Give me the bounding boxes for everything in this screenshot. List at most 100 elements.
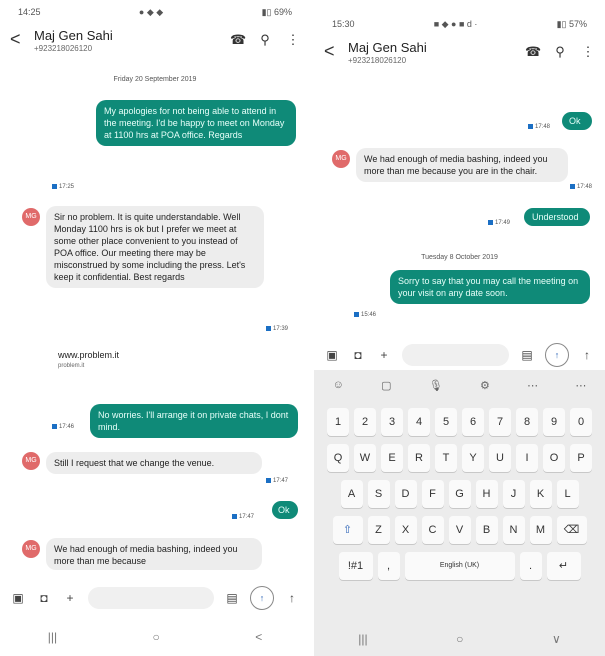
message-bubble-outgoing[interactable]: Ok [562, 112, 592, 130]
back-button[interactable]: < [255, 630, 262, 644]
sim-icon[interactable]: ↑ [284, 591, 300, 605]
key-row-4: !#1 , English (UK) . ↵ [314, 552, 605, 580]
avatar[interactable]: MG [22, 540, 40, 558]
camera-icon[interactable]: ◘ [350, 348, 366, 362]
key-7[interactable]: 7 [489, 408, 511, 436]
key-x[interactable]: X [394, 516, 417, 544]
enter-icon[interactable]: ↵ [546, 552, 581, 580]
key-p[interactable]: P [570, 444, 592, 472]
message-bubble-outgoing[interactable]: Understood [524, 208, 590, 226]
key-s[interactable]: S [367, 480, 390, 508]
clipboard-icon[interactable]: ▢ [381, 379, 391, 392]
shift-icon[interactable]: ⇧ [332, 516, 363, 544]
key-d[interactable]: D [394, 480, 417, 508]
search-icon[interactable]: ⚲ [553, 44, 567, 60]
avatar[interactable]: MG [332, 150, 350, 168]
key-5[interactable]: 5 [435, 408, 457, 436]
key-3[interactable]: 3 [381, 408, 403, 436]
message-bubble-incoming[interactable]: We had enough of media bashing, indeed y… [46, 538, 262, 570]
more2-icon[interactable]: ⋯ [575, 379, 586, 392]
home-button[interactable]: ○ [456, 632, 463, 646]
key-t[interactable]: T [435, 444, 457, 472]
key-b[interactable]: B [475, 516, 498, 544]
message-input[interactable] [88, 587, 214, 609]
key-g[interactable]: G [448, 480, 471, 508]
key-1[interactable]: 1 [327, 408, 349, 436]
key-z[interactable]: Z [367, 516, 390, 544]
settings-icon[interactable]: ⚙ [480, 379, 490, 392]
avatar[interactable]: MG [22, 208, 40, 226]
sticker-icon[interactable]: ▤ [519, 348, 535, 362]
gallery-icon[interactable]: ▣ [10, 591, 26, 605]
send-button[interactable]: ↑ [545, 343, 569, 367]
camera-icon[interactable]: ◘ [36, 591, 52, 605]
plus-icon[interactable]: + [376, 348, 392, 362]
recent-apps-button[interactable]: ||| [358, 632, 367, 646]
message-bubble-outgoing[interactable]: Ok [272, 501, 298, 519]
key-i[interactable]: I [516, 444, 538, 472]
key-c[interactable]: C [421, 516, 444, 544]
comma-key[interactable]: , [377, 552, 400, 580]
contact-info[interactable]: Maj Gen Sahi +923218026120 [34, 28, 230, 53]
key-a[interactable]: A [340, 480, 363, 508]
message-bubble-incoming[interactable]: We had enough of media bashing, indeed y… [356, 148, 568, 182]
space-key[interactable]: English (UK) [404, 552, 515, 580]
avatar[interactable]: MG [22, 452, 40, 470]
key-9[interactable]: 9 [543, 408, 565, 436]
key-6[interactable]: 6 [462, 408, 484, 436]
key-q[interactable]: Q [327, 444, 349, 472]
symbols-key[interactable]: !#1 [338, 552, 373, 580]
key-8[interactable]: 8 [516, 408, 538, 436]
key-n[interactable]: N [502, 516, 525, 544]
message-input[interactable] [402, 344, 509, 366]
home-button[interactable]: ○ [153, 630, 160, 644]
key-w[interactable]: W [354, 444, 376, 472]
plus-icon[interactable]: + [62, 591, 78, 605]
backspace-icon[interactable]: ⌫ [556, 516, 587, 544]
sim-icon[interactable]: ↑ [579, 348, 595, 362]
key-e[interactable]: E [381, 444, 403, 472]
mic-icon[interactable]: 🎙 [429, 379, 443, 392]
key-v[interactable]: V [448, 516, 471, 544]
message-bubble-incoming[interactable]: Still I request that we change the venue… [46, 452, 262, 474]
contact-name: Maj Gen Sahi [348, 40, 427, 55]
more-icon[interactable]: ⋯ [527, 379, 538, 392]
period-key[interactable]: . [519, 552, 542, 580]
call-icon[interactable]: ☎ [230, 32, 246, 48]
keyboard-hide-button[interactable]: ∨ [552, 632, 561, 646]
key-y[interactable]: Y [462, 444, 484, 472]
message-time-text: 17:47 [239, 514, 255, 521]
call-icon[interactable]: ☎ [525, 44, 541, 60]
key-l[interactable]: L [556, 480, 579, 508]
link-domain: problem.it [58, 363, 85, 369]
key-r[interactable]: R [408, 444, 430, 472]
key-h[interactable]: H [475, 480, 498, 508]
key-o[interactable]: O [543, 444, 565, 472]
search-icon[interactable]: ⚲ [258, 32, 272, 48]
send-button[interactable]: ↑ [250, 586, 274, 610]
sticker-icon[interactable]: ▤ [224, 591, 240, 605]
key-f[interactable]: F [421, 480, 444, 508]
key-j[interactable]: J [502, 480, 525, 508]
link-url[interactable]: www.problem.it [58, 350, 119, 360]
recent-apps-button[interactable]: ||| [48, 630, 57, 644]
message-time-text: 17:49 [495, 220, 511, 227]
key-k[interactable]: K [529, 480, 552, 508]
menu-icon[interactable]: ⋮ [286, 32, 300, 48]
emoji-icon[interactable]: ☺ [333, 379, 344, 391]
back-icon[interactable]: < [324, 40, 342, 62]
key-u[interactable]: U [489, 444, 511, 472]
message-bubble-outgoing[interactable]: Sorry to say that you may call the meeti… [390, 270, 590, 304]
message-bubble-outgoing[interactable]: No worries. I'll arrange it on private c… [90, 404, 298, 438]
key-m[interactable]: M [529, 516, 552, 544]
menu-icon[interactable]: ⋮ [581, 44, 595, 60]
back-icon[interactable]: < [10, 28, 28, 50]
key-4[interactable]: 4 [408, 408, 430, 436]
key-2[interactable]: 2 [354, 408, 376, 436]
message-bubble-outgoing[interactable]: My apologies for not being able to atten… [96, 100, 296, 146]
gallery-icon[interactable]: ▣ [324, 348, 340, 362]
key-0[interactable]: 0 [570, 408, 592, 436]
link-preview[interactable]: www.problem.it problem.it [58, 350, 119, 369]
message-bubble-incoming[interactable]: Sir no problem. It is quite understandab… [46, 206, 264, 288]
contact-info[interactable]: Maj Gen Sahi +923218026120 [348, 40, 525, 65]
